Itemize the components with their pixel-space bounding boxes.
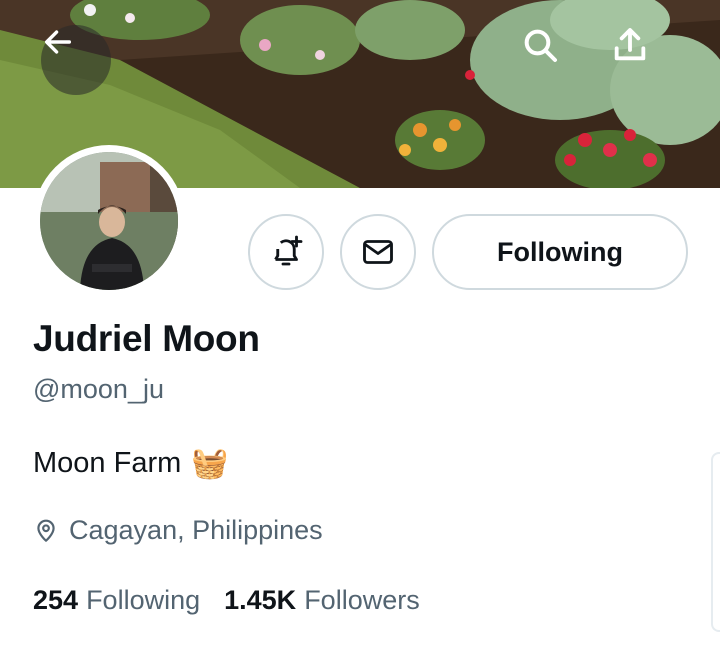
followers-count: 1.45K	[224, 585, 297, 615]
avatar-photo	[40, 152, 178, 290]
following-button[interactable]: Following	[432, 214, 688, 290]
profile-handle: @moon_ju	[33, 374, 164, 404]
share-button[interactable]	[610, 25, 680, 95]
basket-emoji: 🧺	[191, 447, 229, 480]
search-button[interactable]	[520, 25, 590, 95]
envelope-icon	[363, 240, 393, 264]
bell-plus-icon	[274, 235, 303, 266]
followers-label: Followers	[304, 585, 420, 615]
profile-name: Judriel Moon	[33, 318, 260, 359]
search-icon	[524, 29, 557, 62]
back-button[interactable]	[41, 25, 111, 95]
edge-panel	[711, 452, 720, 632]
following-stat-link[interactable]: 254 Following	[33, 585, 200, 616]
bio-text: Moon Farm	[33, 447, 182, 479]
location-text: Cagayan, Philippines	[69, 515, 323, 545]
following-count: 254	[33, 585, 79, 615]
profile-bio: Moon Farm 🧺	[33, 446, 229, 481]
notifications-button[interactable]	[248, 214, 324, 290]
arrow-left-icon	[44, 30, 72, 54]
follow-stats: 254 Following 1.45K Followers	[33, 585, 420, 616]
share-upload-icon	[614, 28, 646, 61]
following-label: Following	[86, 585, 201, 615]
message-button[interactable]	[340, 214, 416, 290]
location-pin-icon	[37, 519, 55, 542]
followers-stat-link[interactable]: 1.45K Followers	[224, 585, 420, 616]
profile-location: Cagayan, Philippines	[33, 515, 323, 546]
avatar[interactable]	[33, 145, 185, 297]
